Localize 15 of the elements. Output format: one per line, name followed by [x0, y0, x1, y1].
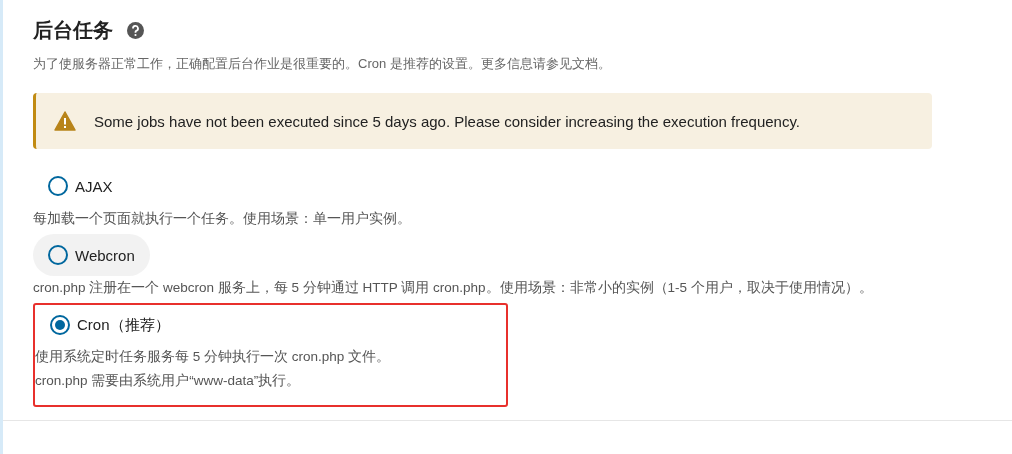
section-description: 为了使服务器正常工作，正确配置后台作业是很重要的。Cron 是推荐的设置。更多信息请参见文档。	[33, 55, 611, 73]
warning-icon	[54, 111, 76, 131]
radio-option[interactable]: Cron（推荐）	[35, 305, 185, 345]
radio-button[interactable]	[48, 176, 68, 196]
help-icon[interactable]	[127, 21, 144, 39]
option-description: 每加载一个页面就执行一个任务。使用场景：单一用户实例。	[33, 210, 411, 228]
radio-option[interactable]: AJAX	[33, 165, 128, 207]
radio-option[interactable]: Webcron	[33, 234, 150, 276]
radio-button[interactable]	[48, 245, 68, 265]
option-description: cron.php 需要由系统用户“www-data”执行。	[35, 372, 301, 390]
radio-button[interactable]	[50, 315, 70, 335]
warning-text: Some jobs have not been executed since 5 days ago. Please consider increasing the execution frequency.	[94, 112, 800, 130]
option-description: cron.php 注册在一个 webcron 服务上，每 5 分钟通过 HTTP 调用 cron.php。使用场景：非常小的实例（1-5 个用户，取决于使用情况）。	[33, 279, 873, 297]
section-title: 后台任务	[33, 18, 113, 42]
option-description: 使用系统定时任务服务每 5 分钟执行一次 cron.php 文件。	[35, 348, 391, 366]
